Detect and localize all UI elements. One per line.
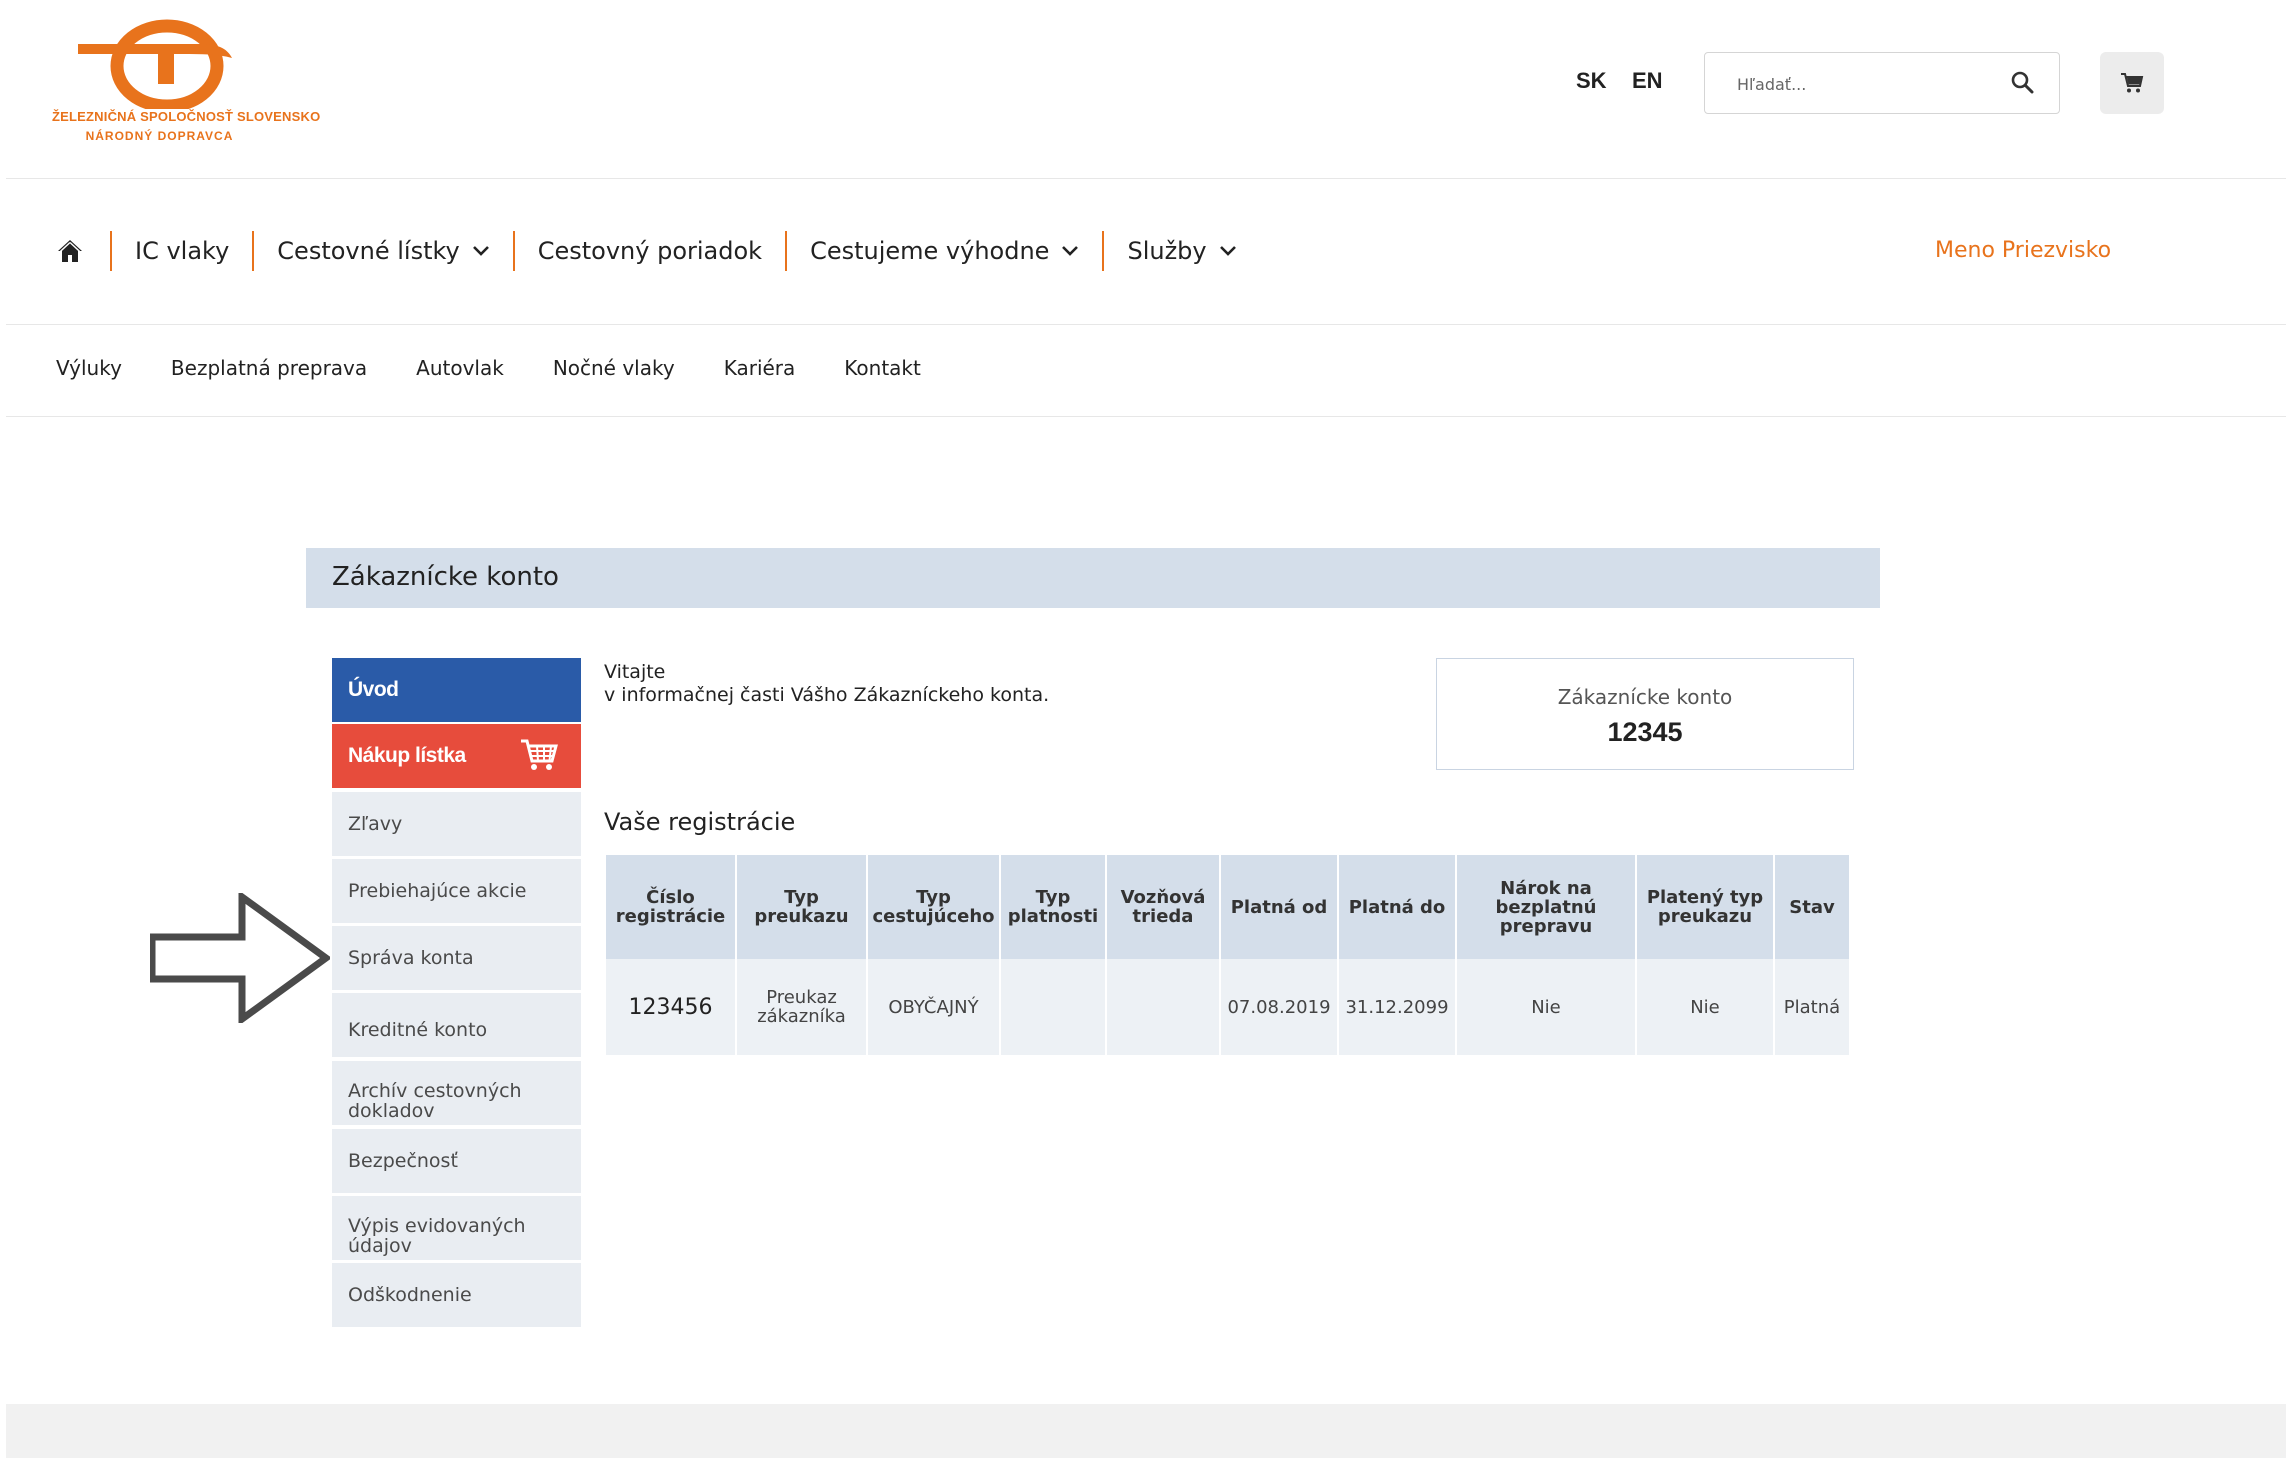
chevron-down-icon	[1219, 246, 1236, 256]
menu-item-nakup-listka[interactable]: Nákup lístka	[332, 724, 581, 788]
search-icon[interactable]	[2009, 69, 2037, 97]
nav-label: Cestovné lístky	[277, 237, 460, 265]
nav-cestujeme-vyhodne[interactable]: Cestujeme výhodne	[787, 237, 1102, 265]
cell-valid-from: 07.08.2019	[1221, 959, 1337, 1055]
menu-item-archiv-dokladov[interactable]: Archív cestovných dokladov	[332, 1061, 581, 1125]
column-header: Vozňová trieda	[1107, 855, 1219, 959]
footer	[6, 1404, 2286, 1458]
logo-text-company: ŽELEZNIČNÁ SPOLOČNOSŤ SLOVENSKO	[52, 109, 321, 124]
zssk-logo[interactable]: ŽELEZNIČNÁ SPOLOČNOSŤ SLOVENSKO NÁRODNÝ …	[52, 14, 321, 154]
subnav-kontakt[interactable]: Kontakt	[844, 356, 921, 380]
cart-icon	[521, 739, 558, 770]
registrations-heading: Vaše registrácie	[604, 808, 796, 836]
menu-item-label: Zľavy	[348, 813, 403, 835]
column-header: Typ cestujúceho	[868, 855, 999, 959]
cell-status: Platná	[1775, 959, 1849, 1055]
column-header: Platná od	[1221, 855, 1337, 959]
welcome-text: v informačnej časti Vášho Zákazníckeho k…	[604, 684, 1050, 706]
menu-item-zlavy[interactable]: Zľavy	[332, 792, 581, 856]
home-link[interactable]	[56, 234, 90, 268]
cart-icon	[2121, 73, 2144, 93]
menu-item-label: Bezpečnosť	[348, 1150, 458, 1172]
cell-free-travel: Nie	[1457, 959, 1635, 1055]
welcome-title: Vitajte	[604, 661, 666, 683]
nav-sluzby[interactable]: Služby	[1104, 237, 1259, 265]
zssk-logo-mark	[78, 19, 232, 113]
nav-cestovne-listky[interactable]: Cestovné lístky	[254, 237, 512, 265]
menu-item-label: Kreditné konto	[348, 1019, 488, 1041]
cell-valid-to: 31.12.2099	[1339, 959, 1455, 1055]
menu-item-bezpecnost[interactable]: Bezpečnosť	[332, 1129, 581, 1193]
chevron-down-icon	[472, 246, 489, 256]
search-box	[1704, 52, 2060, 114]
column-header: Stav	[1775, 855, 1849, 959]
nav-label: Cestovný poriadok	[537, 237, 763, 265]
account-number-value: 12345	[1607, 717, 1683, 747]
header-divider	[6, 178, 2286, 179]
cart-button[interactable]	[2100, 52, 2164, 114]
menu-item-label: Správa konta	[348, 947, 474, 969]
menu-item-label: Archív cestovných dokladov	[348, 1080, 522, 1122]
account-title-bar: Zákaznícke konto	[306, 548, 1880, 608]
column-header: Typ platnosti	[1001, 855, 1105, 959]
menu-item-prebiehajuce-akcie[interactable]: Prebiehajúce akcie	[332, 859, 581, 923]
menu-item-label: Nákup lístka	[348, 744, 466, 767]
nav-label: Služby	[1127, 237, 1207, 265]
nav-label: IC vlaky	[135, 237, 230, 265]
nav-divider	[6, 324, 2286, 325]
cell-car-class	[1107, 959, 1219, 1055]
chevron-down-icon	[1062, 246, 1079, 256]
menu-item-kreditne-konto[interactable]: Kreditné konto	[332, 993, 581, 1057]
main-nav: IC vlaky Cestovné lístky Cestovný poriad…	[52, 226, 1260, 276]
nav-label: Cestujeme výhodne	[810, 237, 1050, 265]
column-header: Číslo registrácie	[606, 855, 735, 959]
search-input[interactable]	[1735, 67, 2009, 101]
subnav-autovlak[interactable]: Autovlak	[416, 356, 504, 380]
page-title: Zákaznícke konto	[332, 562, 559, 592]
lang-en[interactable]: EN	[1632, 68, 1663, 94]
cell-card-type: Preukaz zákazníka	[737, 959, 866, 1055]
subnav-nocne-vlaky[interactable]: Nočné vlaky	[553, 356, 675, 380]
registrations-table: Číslo registrácie Typ preukazu Typ cestu…	[604, 855, 1851, 1055]
account-number-label: Zákaznícke konto	[1557, 685, 1733, 709]
column-header: Platná do	[1339, 855, 1455, 959]
cell-registration-number: 123456	[606, 959, 735, 1055]
column-header: Nárok na bezplatnú prepravu	[1457, 855, 1635, 959]
cell-validity-type	[1001, 959, 1105, 1055]
lang-sk[interactable]: SK	[1576, 68, 1607, 94]
user-name-link[interactable]: Meno Priezvisko	[1935, 238, 2111, 263]
menu-item-label: Prebiehajúce akcie	[348, 880, 527, 902]
subnav-divider	[6, 416, 2286, 417]
logo-text-tagline: NÁRODNÝ DOPRAVCA	[85, 129, 234, 143]
menu-item-label: Úvod	[348, 678, 399, 701]
table-header-row: Číslo registrácie Typ preukazu Typ cestu…	[606, 855, 1849, 959]
cell-paid-card-type: Nie	[1637, 959, 1773, 1055]
table-row: 123456 Preukaz zákazníka OBYČAJNÝ 07.08.…	[606, 959, 1849, 1055]
column-header: Typ preukazu	[737, 855, 866, 959]
column-header: Platený typ preukazu	[1637, 855, 1773, 959]
menu-item-label: Výpis evidovaných údajov	[348, 1215, 526, 1257]
menu-item-vypis-udajov[interactable]: Výpis evidovaných údajov	[332, 1196, 581, 1260]
subnav-vyluky[interactable]: Výluky	[56, 356, 122, 380]
subnav-bezplatna-preprava[interactable]: Bezplatná preprava	[171, 356, 367, 380]
subnav-kariera[interactable]: Kariéra	[724, 356, 796, 380]
home-icon	[58, 240, 82, 262]
account-number-box: Zákaznícke konto 12345	[1436, 658, 1854, 770]
nav-ic-vlaky[interactable]: IC vlaky	[112, 237, 252, 265]
menu-item-label: Odškodnenie	[348, 1284, 472, 1306]
menu-item-odskodnenie[interactable]: Odškodnenie	[332, 1263, 581, 1327]
pointer-arrow-icon	[150, 893, 330, 1023]
sub-nav: Výluky Bezplatná preprava Autovlak Nočné…	[56, 356, 970, 380]
menu-item-uvod[interactable]: Úvod	[332, 658, 581, 722]
menu-item-sprava-konta[interactable]: Správa konta	[332, 926, 581, 990]
nav-cestovny-poriadok[interactable]: Cestovný poriadok	[515, 237, 785, 265]
cell-passenger-type: OBYČAJNÝ	[868, 959, 999, 1055]
